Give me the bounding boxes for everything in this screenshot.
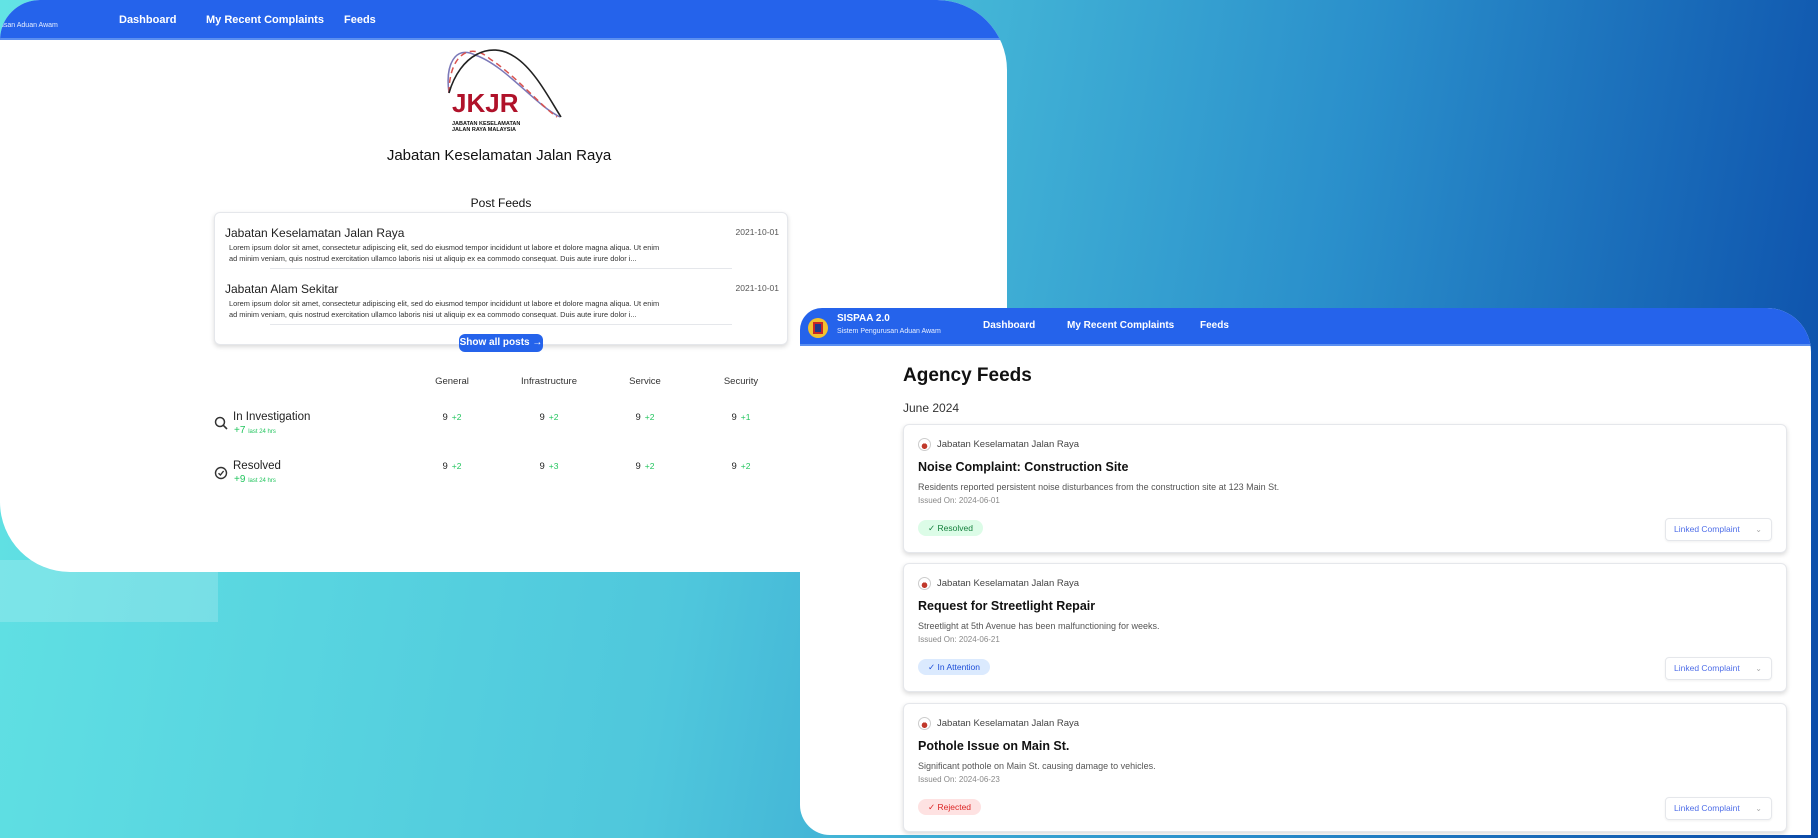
status-badge: ✓ Rejected <box>918 799 982 815</box>
linked-complaint-dropdown[interactable]: Linked Complaint ⌄ <box>1665 657 1772 680</box>
nav-dashboard[interactable]: Dashboard <box>119 14 176 26</box>
check-circle-icon <box>214 466 228 480</box>
feed-agency: Jabatan Keselamatan Jalan Raya <box>918 577 1079 590</box>
nav-dashboard[interactable]: Dashboard <box>983 320 1035 331</box>
jkjr-logo: JKJR JABATAN KESELAMATAN JALAN RAYA MALA… <box>447 49 562 133</box>
row-delta: +9 last 24 hrs <box>234 474 276 485</box>
nav-feeds[interactable]: Feeds <box>1200 320 1229 331</box>
row-label-resolved: Resolved <box>233 460 281 472</box>
post-feeds-title: Post Feeds <box>470 196 532 210</box>
top-nav: SISPAA 2.0 Sistem Pengurusan Aduan Awam … <box>800 308 1811 346</box>
feed-description: Significant pothole on Main St. causing … <box>918 761 1156 771</box>
column-security: Security <box>723 376 759 387</box>
row-delta: +7 last 24 hrs <box>234 425 276 436</box>
feed-card: Jabatan Keselamatan Jalan Raya Request f… <box>903 563 1787 692</box>
stat-cell: 9 +2 <box>539 412 559 423</box>
nav-feeds[interactable]: Feeds <box>344 14 376 26</box>
stat-cell: 9 +2 <box>635 412 655 423</box>
feed-card: Jabatan Keselamatan Jalan Raya Pothole I… <box>903 703 1787 832</box>
feed-issued-date: Issued On: 2024-06-23 <box>918 775 1000 784</box>
month-heading: June 2024 <box>903 401 960 415</box>
chevron-down-icon: ⌄ <box>1755 525 1762 534</box>
post-body: Lorem ipsum dolor sit amet, consectetur … <box>229 299 660 319</box>
feed-agency: Jabatan Keselamatan Jalan Raya <box>918 717 1079 730</box>
nav-recent-complaints[interactable]: My Recent Complaints <box>1067 320 1174 331</box>
feed-card: Jabatan Keselamatan Jalan Raya Noise Com… <box>903 424 1787 553</box>
stat-cell: 9 +2 <box>635 461 655 472</box>
feed-title[interactable]: Pothole Issue on Main St. <box>918 739 1069 753</box>
stat-cell: 9 +2 <box>442 412 462 423</box>
column-general: General <box>435 376 469 387</box>
nav-recent-complaints[interactable]: My Recent Complaints <box>206 14 324 26</box>
feed-issued-date: Issued On: 2024-06-01 <box>918 496 1000 505</box>
svg-text:JALAN RAYA MALAYSIA: JALAN RAYA MALAYSIA <box>452 127 516 133</box>
agency-name: Jabatan Keselamatan Jalan Raya <box>386 147 612 164</box>
feed-issued-date: Issued On: 2024-06-21 <box>918 635 1000 644</box>
chevron-down-icon: ⌄ <box>1755 804 1762 813</box>
post-date: 2021-10-01 <box>735 227 779 237</box>
feed-description: Streetlight at 5th Avenue has been malfu… <box>918 621 1160 631</box>
post-agency[interactable]: Jabatan Alam Sekitar <box>225 282 338 296</box>
agency-logo-icon <box>918 577 931 590</box>
row-label-in-investigation: In Investigation <box>233 411 311 423</box>
malaysia-crest-logo <box>808 318 828 338</box>
post-body: Lorem ipsum dolor sit amet, consectetur … <box>229 243 660 263</box>
divider <box>270 268 732 269</box>
status-badge: ✓ In Attention <box>918 659 991 675</box>
post-date: 2021-10-01 <box>735 283 779 293</box>
divider <box>270 324 732 325</box>
brand-subtitle: Sistem Pengurusan Aduan Awam <box>837 328 941 335</box>
top-nav: usan Aduan Awam Dashboard My Recent Comp… <box>0 0 1007 40</box>
agency-logo-icon <box>918 438 931 451</box>
linked-complaint-dropdown[interactable]: Linked Complaint ⌄ <box>1665 797 1772 820</box>
agency-feeds-window: SISPAA 2.0 Sistem Pengurusan Aduan Awam … <box>800 308 1811 835</box>
brand-title[interactable]: SISPAA 2.0 <box>837 313 890 324</box>
post-feeds-card: Jabatan Keselamatan Jalan Raya 2021-10-0… <box>214 212 788 345</box>
agency-logo-icon <box>918 717 931 730</box>
svg-text:JKJR: JKJR <box>452 88 519 118</box>
feed-title[interactable]: Noise Complaint: Construction Site <box>918 460 1128 474</box>
chevron-down-icon: ⌄ <box>1755 664 1762 673</box>
brand-subtitle: usan Aduan Awam <box>0 22 58 29</box>
feed-agency: Jabatan Keselamatan Jalan Raya <box>918 438 1079 451</box>
stat-cell: 9 +1 <box>731 412 751 423</box>
linked-complaint-dropdown[interactable]: Linked Complaint ⌄ <box>1665 518 1772 541</box>
page-title: Agency Feeds <box>903 365 1032 386</box>
status-badge: ✓ Resolved <box>918 520 983 536</box>
stat-cell: 9 +2 <box>731 461 751 472</box>
stat-cell: 9 +3 <box>539 461 559 472</box>
column-infrastructure: Infrastructure <box>521 376 577 387</box>
search-icon <box>214 416 228 430</box>
column-service: Service <box>629 376 661 387</box>
feed-description: Residents reported persistent noise dist… <box>918 482 1280 492</box>
feed-title[interactable]: Request for Streetlight Repair <box>918 599 1095 613</box>
show-all-posts-button[interactable]: Show all posts → <box>459 334 543 352</box>
stat-cell: 9 +2 <box>442 461 462 472</box>
post-agency[interactable]: Jabatan Keselamatan Jalan Raya <box>225 226 404 240</box>
